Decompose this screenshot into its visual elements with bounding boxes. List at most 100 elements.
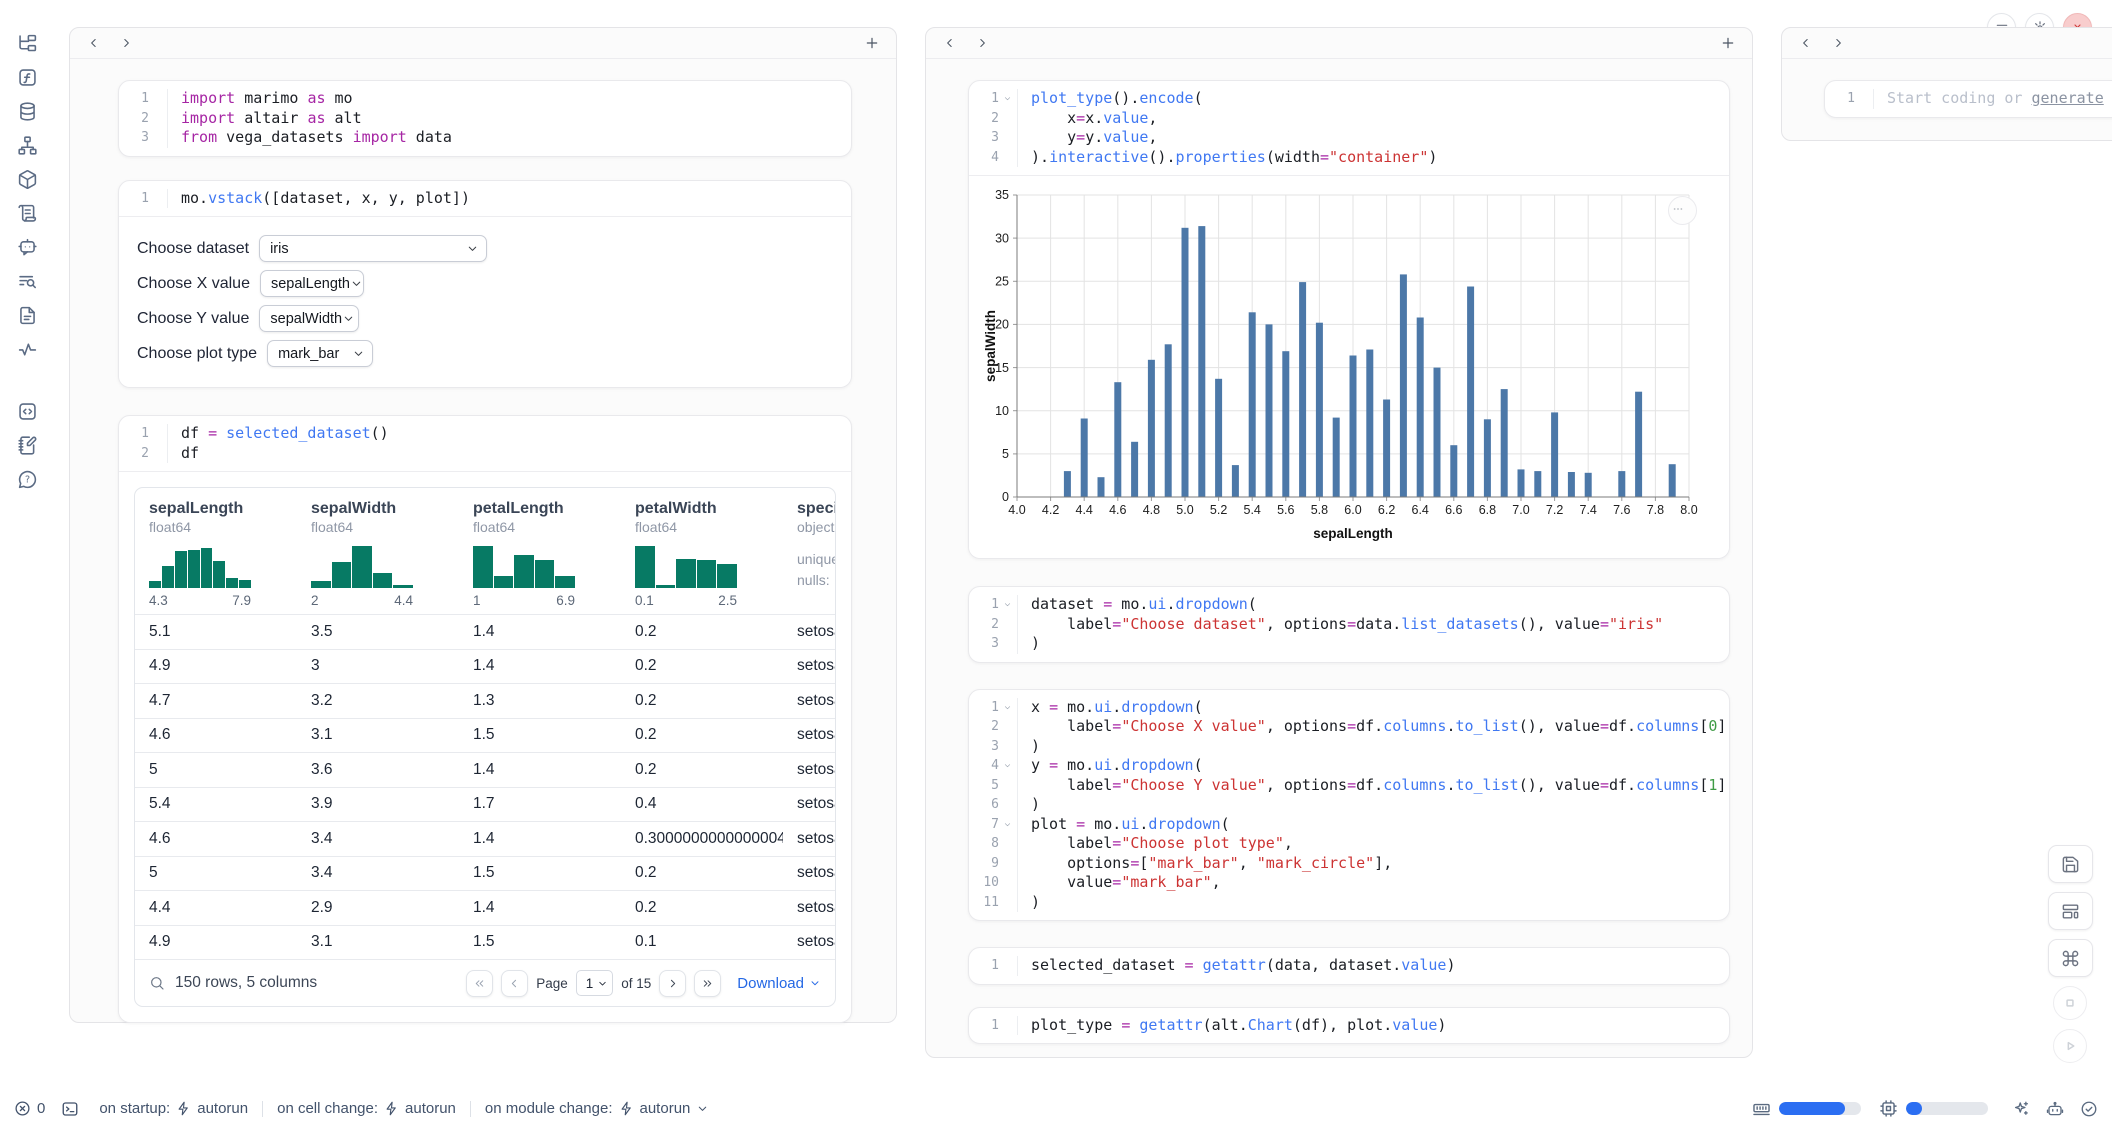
code-editor[interactable]: 1Start coding or generate with AI — [1825, 81, 2112, 117]
table-column-header[interactable]: sepalWidthfloat6424.4 — [297, 500, 459, 608]
table-column-header[interactable]: petalWidthfloat640.12.5 — [621, 500, 783, 608]
command-icon — [2061, 949, 2080, 968]
add-cell-button[interactable] — [860, 31, 884, 55]
svg-text:5.0: 5.0 — [1176, 503, 1193, 517]
code-editor[interactable]: 1x = mo.ui.dropdown(2 label="Choose X va… — [969, 690, 1729, 921]
first-page-button[interactable] — [466, 970, 493, 997]
column-scroll-left-button[interactable] — [82, 31, 106, 55]
sidebar-database-button[interactable] — [12, 96, 42, 126]
sidebar-document-button[interactable] — [12, 300, 42, 330]
save-button[interactable] — [2048, 845, 2093, 883]
plus-icon — [864, 35, 880, 51]
column-scroll-right-button[interactable] — [970, 31, 994, 55]
svg-text:10: 10 — [995, 404, 1009, 418]
selected-value: mark_bar — [278, 346, 339, 362]
sidebar-help-button[interactable]: ? — [12, 464, 42, 494]
sidebar-function-square-button[interactable] — [12, 62, 42, 92]
database-icon — [17, 101, 38, 122]
table-column-header[interactable]: speciesobjectunique:nulls: — [783, 500, 835, 608]
column-scroll-left-button[interactable] — [938, 31, 962, 55]
fold-marker[interactable] — [999, 698, 1016, 718]
sidebar-dependency-graph-button[interactable] — [12, 130, 42, 160]
copilot-button[interactable] — [2046, 1100, 2064, 1118]
fold-marker[interactable] — [999, 815, 1016, 835]
sidebar-package-button[interactable] — [12, 164, 42, 194]
table-row: 4.63.11.50.2setosa — [135, 718, 835, 753]
choose-dataset-select[interactable]: iris — [259, 235, 487, 262]
page-select[interactable]: 1 — [576, 970, 614, 996]
gutter: 1 — [119, 189, 168, 209]
code-editor[interactable]: 1dataset = mo.ui.dropdown(2 label="Choos… — [969, 587, 1729, 662]
keyboard-shortcuts-button[interactable] — [2048, 939, 2093, 977]
fold-marker[interactable] — [999, 756, 1016, 776]
svg-text:6.0: 6.0 — [1344, 503, 1361, 517]
sidebar-script-button[interactable] — [12, 198, 42, 228]
column-scroll-right-button[interactable] — [1826, 31, 1850, 55]
code-editor[interactable]: 1 mo.vstack([dataset, x, y, plot]) — [119, 181, 851, 217]
sidebar-code-snippet-button[interactable] — [12, 396, 42, 426]
table-column-header[interactable]: petalLengthfloat6416.9 — [459, 500, 621, 608]
setting-value: autorun — [197, 1100, 248, 1117]
column-scroll-left-button[interactable] — [1794, 31, 1818, 55]
connection-status-icon[interactable] — [2080, 1100, 2098, 1118]
fold-marker[interactable] — [999, 595, 1016, 615]
table-cell: 5.1 — [135, 623, 297, 641]
download-button[interactable]: Download — [737, 975, 821, 992]
choose-plot-type-select[interactable]: mark_bar — [267, 340, 373, 367]
terminal-button[interactable] — [61, 1100, 79, 1118]
search-icon[interactable] — [149, 975, 165, 991]
choose-x-value-select[interactable]: sepalLength — [260, 270, 364, 297]
fold-marker[interactable] — [999, 89, 1016, 109]
on-cell-change-setting[interactable]: on cell change: autorun — [277, 1100, 456, 1117]
layout-toggle-button[interactable] — [2048, 892, 2093, 930]
on-module-change-setting[interactable]: on module change: autorun — [485, 1100, 709, 1117]
table-cell: setosa — [783, 830, 835, 848]
code-editor[interactable]: 1plot_type = getattr(alt.Chart(df), plot… — [969, 1008, 1729, 1044]
column-dtype: float64 — [311, 519, 459, 535]
run-all-button[interactable] — [2053, 1029, 2087, 1063]
fold-slot — [999, 834, 1016, 854]
notebook-cell: 1dataset = mo.ui.dropdown(2 label="Choos… — [968, 586, 1730, 663]
sidebar-file-tree-button[interactable] — [12, 28, 42, 58]
code-editor[interactable]: 1df = selected_dataset()2df — [119, 416, 851, 471]
code-editor[interactable]: 1selected_dataset = getattr(data, datase… — [969, 948, 1729, 984]
next-page-button[interactable] — [659, 970, 686, 997]
line-number: 3 — [969, 634, 999, 654]
package-icon — [17, 169, 38, 190]
code-editor[interactable]: 1import marimo as mo2import altair as al… — [119, 81, 851, 156]
sidebar-activity-button[interactable] — [12, 334, 42, 364]
stop-kernel-button[interactable] — [2053, 986, 2087, 1020]
code-line: mo.vstack([dataset, x, y, plot]) — [181, 189, 470, 209]
add-cell-button[interactable] — [1716, 31, 1740, 55]
ai-sparkles-button[interactable] — [2012, 1100, 2030, 1118]
last-page-button[interactable] — [694, 970, 721, 997]
sidebar-log-search-button[interactable] — [12, 266, 42, 296]
choose-y-value-select[interactable]: sepalWidth — [259, 305, 359, 332]
code-editor[interactable]: 1plot_type().encode(2 x=x.value,3 y=y.va… — [969, 81, 1729, 175]
control-row: Choose datasetiris — [137, 235, 833, 262]
table-cell: 3.9 — [297, 795, 459, 813]
gutter: 6 — [969, 795, 1018, 815]
previous-page-button[interactable] — [501, 970, 528, 997]
table-column-header[interactable]: sepalLengthfloat644.37.9 — [135, 500, 297, 608]
svg-text:6.6: 6.6 — [1445, 503, 1462, 517]
activity-sidebar: ? — [0, 0, 54, 1080]
table-cell: 4.6 — [135, 830, 297, 848]
altair-bar-chart[interactable]: 4.04.24.44.64.85.05.25.45.65.86.06.26.46… — [969, 179, 1730, 555]
fold-slot — [999, 109, 1016, 129]
gutter: 1 — [969, 595, 1018, 615]
on-startup-setting[interactable]: on startup: autorun — [99, 1100, 248, 1117]
svg-text:6.2: 6.2 — [1378, 503, 1395, 517]
chevron-down-icon — [597, 978, 608, 989]
notebook-cell: 1selected_dataset = getattr(data, datase… — [968, 947, 1730, 985]
error-indicator[interactable]: 0 — [14, 1100, 45, 1117]
setting-value: autorun — [640, 1100, 691, 1117]
table-cell: setosa — [783, 795, 835, 813]
sidebar-chatbot-button[interactable] — [12, 232, 42, 262]
sidebar-scratchpad-button[interactable] — [12, 430, 42, 460]
divider — [470, 1101, 471, 1117]
fold-slot — [999, 128, 1016, 148]
gutter: 9 — [969, 854, 1018, 874]
chart-menu-button[interactable] — [1668, 196, 1697, 225]
column-scroll-right-button[interactable] — [114, 31, 138, 55]
